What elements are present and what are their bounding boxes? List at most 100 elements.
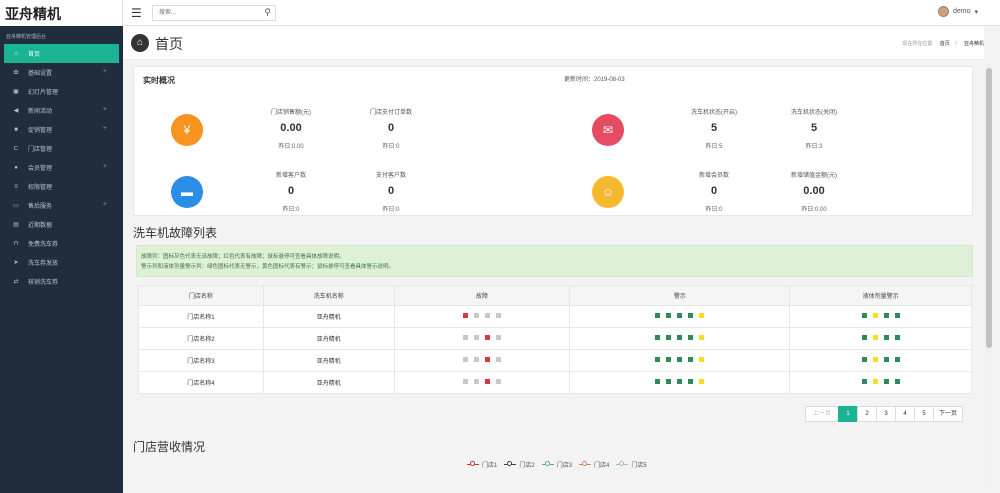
sidebar-item-6[interactable]: ● 会员管理 +: [0, 158, 123, 177]
legend-item[interactable]: 门店1: [467, 460, 497, 469]
breadcrumb-home[interactable]: 首页: [940, 41, 950, 47]
sidebar-item-11[interactable]: ➤ 洗车券发放: [0, 253, 123, 272]
sidebar-item-4[interactable]: ■ 促销管理 +: [0, 120, 123, 139]
warning-status-icon[interactable]: [688, 313, 694, 319]
member-icon: ☺: [592, 176, 624, 208]
warning-status-icon[interactable]: [699, 335, 705, 341]
warning-status-icon[interactable]: [677, 357, 683, 363]
page-button[interactable]: 4: [895, 406, 915, 422]
fault-status-icon[interactable]: [496, 379, 502, 385]
warning-status-icon[interactable]: [677, 335, 683, 341]
liquid-status-icon[interactable]: [861, 357, 867, 363]
liquid-status-icon[interactable]: [894, 313, 900, 319]
stat-value: 0.00: [803, 185, 825, 197]
expand-plus-icon[interactable]: +: [103, 106, 107, 113]
sidebar-item-1[interactable]: ✿ 基础设置 +: [0, 63, 123, 82]
fault-status-icon[interactable]: [485, 379, 491, 385]
warning-status-icon[interactable]: [677, 379, 683, 385]
fault-status-icon[interactable]: [463, 357, 469, 363]
expand-plus-icon[interactable]: +: [103, 125, 107, 132]
legend-item[interactable]: 门店5: [616, 460, 647, 469]
fault-status-icon[interactable]: [463, 335, 469, 341]
legend-item[interactable]: 门店3: [541, 460, 572, 469]
warning-status-icon[interactable]: [666, 379, 672, 385]
fault-status-icon[interactable]: [496, 357, 502, 363]
warning-status-icon[interactable]: [699, 357, 705, 363]
fault-status-icon[interactable]: [496, 335, 502, 341]
liquid-status-icon[interactable]: [872, 335, 878, 341]
menu-toggle-icon[interactable]: ☰: [131, 6, 142, 20]
liquid-status-icon[interactable]: [872, 313, 878, 319]
page-button[interactable]: 1: [838, 406, 858, 422]
warning-status-icon[interactable]: [666, 357, 672, 363]
search-input[interactable]: [153, 6, 253, 20]
liquid-status-icon[interactable]: [894, 335, 900, 341]
warning-status-icon[interactable]: [655, 379, 661, 385]
stat-yesterday: 昨日:0.00: [278, 144, 304, 150]
warning-status-icon[interactable]: [699, 379, 705, 385]
sidebar-item-8[interactable]: ▭ 售后服务 +: [0, 196, 123, 215]
warning-status-icon[interactable]: [655, 335, 661, 341]
scrollbar[interactable]: [985, 66, 993, 486]
warning-status-icon[interactable]: [655, 313, 661, 319]
liquid-status-icon[interactable]: [894, 379, 900, 385]
scrollbar-thumb[interactable]: [986, 68, 992, 348]
sidebar-item-label: 核销洗车券: [28, 280, 59, 286]
warning-status-icon[interactable]: [688, 379, 694, 385]
legend-item[interactable]: 门店4: [579, 460, 609, 469]
warning-status-icon[interactable]: [699, 313, 705, 319]
page-button[interactable]: 3: [876, 406, 896, 422]
brand-logo[interactable]: 亚舟精机: [0, 0, 123, 26]
liquid-status-icon[interactable]: [872, 379, 878, 385]
sidebar-item-9[interactable]: ▤ 近期数据: [0, 215, 123, 234]
expand-plus-icon[interactable]: +: [103, 163, 107, 170]
fault-status-icon[interactable]: [463, 313, 469, 319]
liquid-status-icon[interactable]: [883, 313, 889, 319]
fault-status-icon[interactable]: [474, 313, 480, 319]
liquid-status-icon[interactable]: [861, 313, 867, 319]
page-button[interactable]: 2: [857, 406, 877, 422]
breadcrumb: 现在所在位置 首页 / 亚舟精机: [902, 41, 984, 47]
legend-item[interactable]: 门店2: [504, 460, 535, 469]
user-menu[interactable]: demo ▾: [937, 6, 978, 17]
liquid-status-icon[interactable]: [883, 379, 889, 385]
liquid-status-icon[interactable]: [883, 357, 889, 363]
fault-status-icon[interactable]: [485, 335, 491, 341]
warning-status-icon[interactable]: [666, 313, 672, 319]
top-bar: 亚舟精机 ☰ ⚲ demo ▾: [0, 0, 1000, 26]
fault-status-icon[interactable]: [485, 313, 491, 319]
fault-status-icon[interactable]: [496, 313, 502, 319]
warning-status-icon[interactable]: [655, 357, 661, 363]
liquid-status-icon[interactable]: [861, 379, 867, 385]
prev-page-button[interactable]: 上一页: [805, 406, 839, 422]
fault-status-icon[interactable]: [474, 357, 480, 363]
liquid-status-icon[interactable]: [894, 357, 900, 363]
sidebar-item-5[interactable]: ⊏ 门店管理: [0, 139, 123, 158]
sidebar-item-2[interactable]: ▣ 幻灯片管理: [0, 82, 123, 101]
revenue-title: 门店营收情况: [133, 440, 206, 454]
fault-status-icon[interactable]: [474, 379, 480, 385]
page-button[interactable]: 5: [914, 406, 934, 422]
fault-status-icon[interactable]: [474, 335, 480, 341]
sidebar-item-0[interactable]: ⌂ 首页: [4, 44, 119, 63]
faults-notice: 故障列：图标灰色代表无该故障；红色代表有故障；鼠标悬停可查看具体故障说明。 警示…: [136, 245, 973, 277]
sidebar-item-7[interactable]: ≡ 权限管理: [0, 177, 123, 196]
expand-plus-icon[interactable]: +: [103, 201, 107, 208]
sidebar-item-10[interactable]: ⊓ 免费洗车券: [0, 234, 123, 253]
liquid-status-icon[interactable]: [872, 357, 878, 363]
sidebar-item-3[interactable]: ◀ 新闻活动 +: [0, 101, 123, 120]
warning-status-icon[interactable]: [688, 335, 694, 341]
fault-status-icon[interactable]: [463, 379, 469, 385]
expand-plus-icon[interactable]: +: [103, 68, 107, 75]
liquid-status-icon[interactable]: [861, 335, 867, 341]
file-icon: ▤: [13, 222, 19, 228]
next-page-button[interactable]: 下一页: [933, 406, 964, 422]
warning-status-icon[interactable]: [677, 313, 683, 319]
warning-status-icon[interactable]: [688, 357, 694, 363]
fault-status-icon[interactable]: [485, 357, 491, 363]
sidebar-item-12[interactable]: ⇄ 核销洗车券: [0, 272, 123, 291]
warning-status-icon[interactable]: [666, 335, 672, 341]
liquid-status-icon[interactable]: [883, 335, 889, 341]
search-icon[interactable]: ⚲: [264, 7, 271, 18]
gear-icon: ✿: [13, 70, 19, 76]
